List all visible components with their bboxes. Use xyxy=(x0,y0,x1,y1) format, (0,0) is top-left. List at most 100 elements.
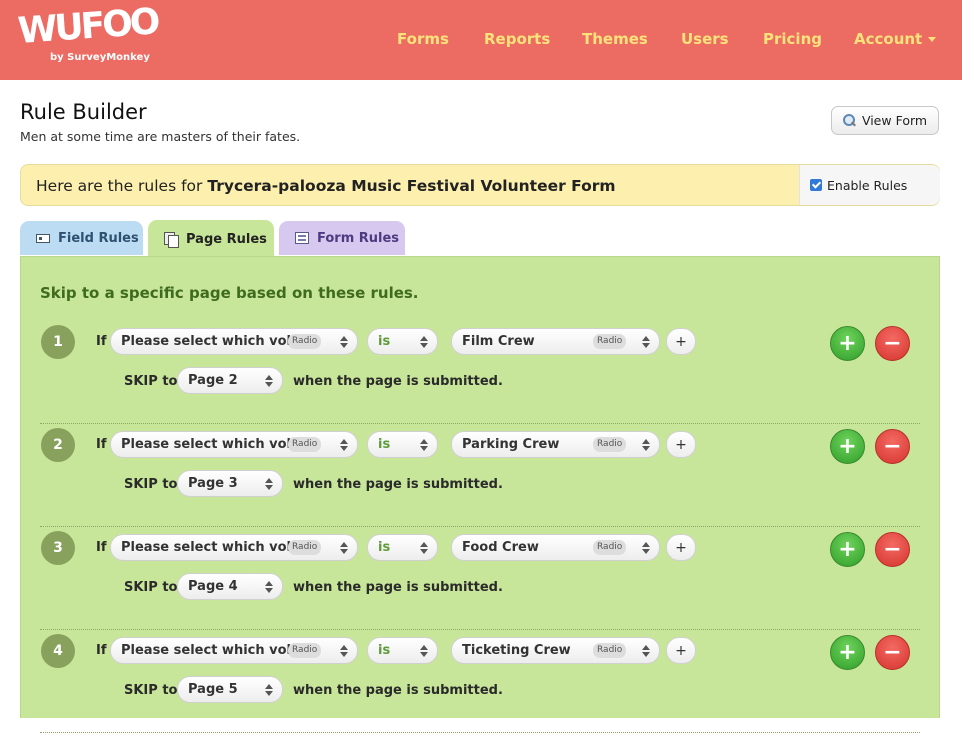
tab-field-rules-label: Field Rules xyxy=(58,230,139,246)
value-select[interactable]: Ticketing Crew Radio xyxy=(451,637,660,664)
if-label: If xyxy=(96,334,107,349)
select-arrows-icon xyxy=(340,645,348,657)
rule-number: 2 xyxy=(41,428,75,462)
panel-heading: Skip to a specific page based on these r… xyxy=(40,284,419,302)
field-select[interactable]: Please select which volu Radio xyxy=(110,534,358,561)
rule-row: 2 If Please select which volu Radio is P… xyxy=(21,424,939,527)
skip-to-label: SKIP to xyxy=(124,683,178,698)
field-type-badge: Radio xyxy=(288,334,322,349)
skip-page-select[interactable]: Page 2 xyxy=(177,367,283,394)
select-arrows-icon xyxy=(642,542,650,554)
operator-value: is xyxy=(378,643,391,658)
nav-account[interactable]: Account xyxy=(854,30,937,48)
operator-value: is xyxy=(378,540,391,555)
add-rule-button[interactable]: + xyxy=(830,326,865,361)
skip-to-label: SKIP to xyxy=(124,580,178,595)
select-arrows-icon xyxy=(340,439,348,451)
operator-select[interactable]: is xyxy=(367,534,438,561)
view-form-button[interactable]: View Form xyxy=(831,106,939,135)
field-icon xyxy=(36,233,50,243)
add-rule-button[interactable]: + xyxy=(830,635,865,670)
value-type-badge: Radio xyxy=(593,437,627,452)
field-type-badge: Radio xyxy=(288,437,322,452)
field-select[interactable]: Please select which volu Radio xyxy=(110,431,358,458)
value-select[interactable]: Parking Crew Radio xyxy=(451,431,660,458)
value-type-badge: Radio xyxy=(593,334,627,349)
skip-to-label: SKIP to xyxy=(124,374,178,389)
select-arrows-icon xyxy=(340,336,348,348)
page-title: Rule Builder xyxy=(20,100,147,124)
rule-row: 1 If Please select which volu Radio is F… xyxy=(21,321,939,424)
if-label: If xyxy=(96,437,107,452)
enable-rules-toggle[interactable]: Enable Rules xyxy=(799,165,940,205)
value-select[interactable]: Film Crew Radio xyxy=(451,328,660,355)
value-select-value: Parking Crew xyxy=(462,437,560,452)
nav-reports[interactable]: Reports xyxy=(484,30,550,48)
caret-down-icon xyxy=(928,37,937,42)
logo-subtitle: by SurveyMonkey xyxy=(50,52,150,63)
banner-prefix: Here are the rules for xyxy=(36,177,208,195)
add-condition-button[interactable]: + xyxy=(666,637,696,664)
value-select[interactable]: Food Crew Radio xyxy=(451,534,660,561)
skip-page-select[interactable]: Page 5 xyxy=(177,676,283,703)
value-type-badge: Radio xyxy=(593,540,627,555)
remove-rule-button[interactable]: − xyxy=(875,326,910,361)
skip-page-value: Page 2 xyxy=(188,373,238,388)
rule-number: 4 xyxy=(41,634,75,668)
tab-page-rules[interactable]: Page Rules xyxy=(148,220,274,258)
select-arrows-icon xyxy=(420,645,428,657)
nav-themes[interactable]: Themes xyxy=(582,30,648,48)
field-type-badge: Radio xyxy=(288,643,322,658)
nav-forms[interactable]: Forms xyxy=(397,30,449,48)
skip-page-select[interactable]: Page 4 xyxy=(177,573,283,600)
field-select-value: Please select which volu xyxy=(121,643,301,658)
tab-field-rules[interactable]: Field Rules xyxy=(20,221,143,255)
nav-users[interactable]: Users xyxy=(681,30,729,48)
add-condition-button[interactable]: + xyxy=(666,534,696,561)
form-icon xyxy=(295,232,309,244)
tab-form-rules-label: Form Rules xyxy=(317,230,400,246)
when-submitted-label: when the page is submitted. xyxy=(293,683,503,698)
select-arrows-icon xyxy=(420,439,428,451)
nav-pricing[interactable]: Pricing xyxy=(763,30,822,48)
if-label: If xyxy=(96,540,107,555)
enable-rules-label: Enable Rules xyxy=(827,177,908,193)
rule-row: 3 If Please select which volu Radio is F… xyxy=(21,527,939,630)
value-select-value: Food Crew xyxy=(462,540,539,555)
page-rules-panel: Skip to a specific page based on these r… xyxy=(20,256,940,733)
skip-page-value: Page 5 xyxy=(188,682,238,697)
skip-page-value: Page 4 xyxy=(188,579,238,594)
add-condition-button[interactable]: + xyxy=(666,431,696,458)
skip-page-select[interactable]: Page 3 xyxy=(177,470,283,497)
operator-select[interactable]: is xyxy=(367,637,438,664)
enable-rules-checkbox[interactable] xyxy=(810,179,822,191)
field-select[interactable]: Please select which volu Radio xyxy=(110,328,358,355)
select-arrows-icon xyxy=(265,478,273,490)
operator-select[interactable]: is xyxy=(367,431,438,458)
remove-rule-button[interactable]: − xyxy=(875,532,910,567)
select-arrows-icon xyxy=(420,542,428,554)
page-subtitle: Men at some time are masters of their fa… xyxy=(20,129,301,144)
select-arrows-icon xyxy=(265,375,273,387)
app-header: WUFOO by SurveyMonkey Forms Reports Them… xyxy=(0,0,962,80)
field-select[interactable]: Please select which volu Radio xyxy=(110,637,358,664)
add-rule-button[interactable]: + xyxy=(830,532,865,567)
remove-rule-button[interactable]: − xyxy=(875,429,910,464)
banner-text: Here are the rules for Trycera-palooza M… xyxy=(36,177,616,195)
field-select-value: Please select which volu xyxy=(121,334,301,349)
operator-select[interactable]: is xyxy=(367,328,438,355)
add-condition-button[interactable]: + xyxy=(666,328,696,355)
field-select-value: Please select which volu xyxy=(121,437,301,452)
rule-number: 1 xyxy=(41,325,75,359)
pages-icon xyxy=(164,232,179,248)
wufoo-logo[interactable]: WUFOO by SurveyMonkey xyxy=(17,1,159,68)
rule-number: 3 xyxy=(41,531,75,565)
form-banner: Here are the rules for Trycera-palooza M… xyxy=(20,164,940,206)
field-type-badge: Radio xyxy=(288,540,322,555)
banner-form-name: Trycera-palooza Music Festival Volunteer… xyxy=(207,177,616,195)
view-form-label: View Form xyxy=(861,113,928,128)
remove-rule-button[interactable]: − xyxy=(875,635,910,670)
tab-form-rules[interactable]: Form Rules xyxy=(279,221,405,255)
operator-value: is xyxy=(378,334,391,349)
add-rule-button[interactable]: + xyxy=(830,429,865,464)
